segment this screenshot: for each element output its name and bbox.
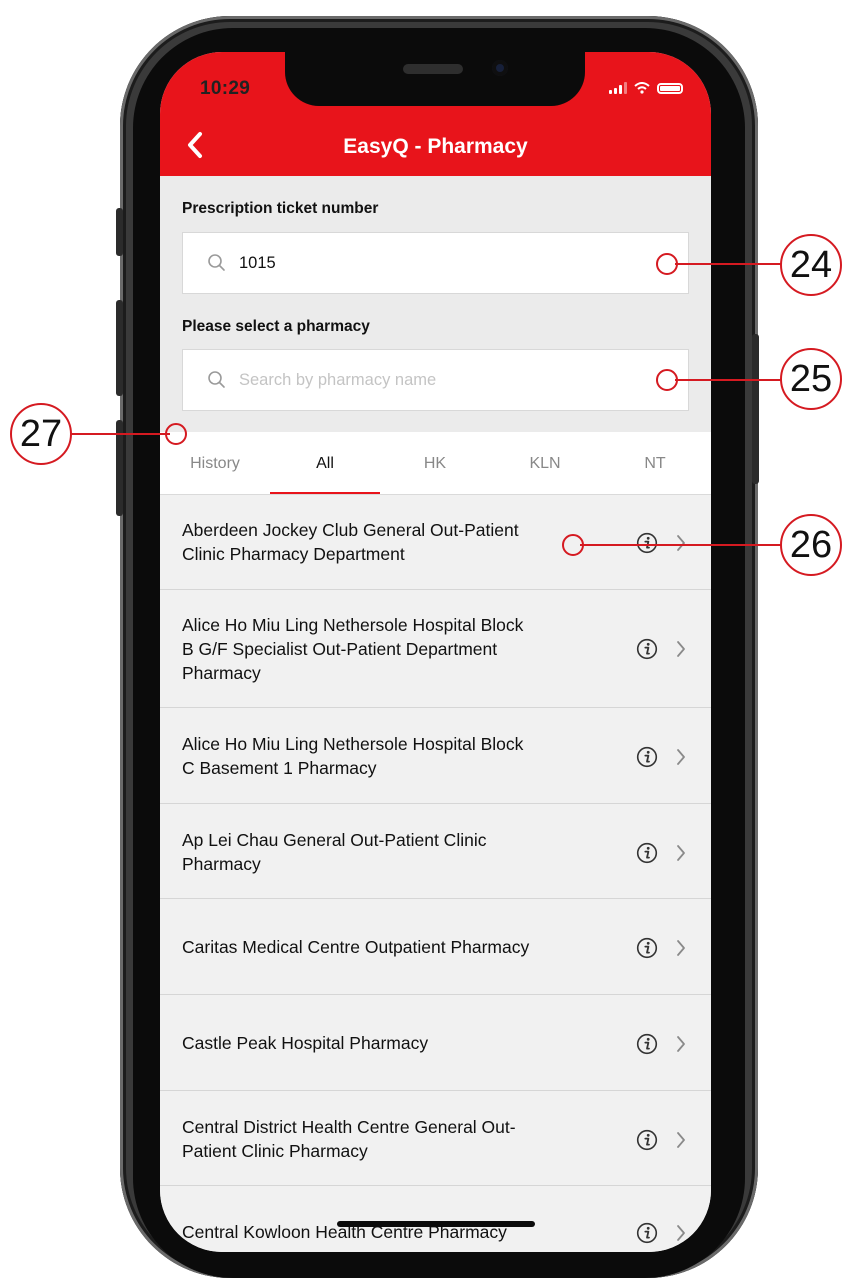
info-circle-icon[interactable] bbox=[636, 937, 658, 959]
info-circle-icon[interactable] bbox=[636, 532, 658, 554]
chevron-right-icon bbox=[677, 641, 685, 657]
tab-all[interactable]: All bbox=[270, 432, 380, 495]
pharmacy-name: Aberdeen Jockey Club General Out-Patient… bbox=[182, 520, 519, 564]
speaker-grille bbox=[403, 64, 463, 74]
info-circle-icon[interactable] bbox=[636, 842, 658, 864]
region-tabs: History All HK KLN NT bbox=[160, 432, 711, 495]
tab-nt[interactable]: NT bbox=[600, 432, 710, 495]
battery-icon bbox=[657, 82, 683, 94]
list-item[interactable]: Alice Ho Miu Ling Nethersole Hospital Bl… bbox=[160, 708, 711, 804]
callout-27-target bbox=[165, 423, 187, 445]
list-item[interactable]: Castle Peak Hospital Pharmacy bbox=[160, 995, 711, 1091]
chevron-right-icon bbox=[677, 535, 685, 551]
active-tab-indicator bbox=[270, 492, 380, 494]
status-time: 10:29 bbox=[200, 78, 251, 99]
wifi-icon bbox=[634, 82, 650, 94]
callout-27-leader bbox=[70, 433, 170, 435]
tab-hk[interactable]: HK bbox=[380, 432, 490, 495]
pharmacy-name: Caritas Medical Centre Outpatient Pharma… bbox=[182, 937, 530, 957]
callout-26-leader bbox=[580, 544, 783, 546]
front-camera bbox=[492, 60, 508, 76]
pharmacy-search-field[interactable] bbox=[182, 349, 689, 411]
chevron-right-icon bbox=[677, 749, 685, 765]
info-circle-icon[interactable] bbox=[636, 638, 658, 660]
pharmacy-name: Central District Health Centre General O… bbox=[182, 1117, 516, 1161]
volume-up-button bbox=[116, 300, 123, 396]
info-circle-icon[interactable] bbox=[636, 1222, 658, 1244]
pharmacy-name: Alice Ho Miu Ling Nethersole Hospital Bl… bbox=[182, 615, 524, 683]
callout-25-target bbox=[656, 369, 678, 391]
list-item[interactable]: Alice Ho Miu Ling Nethersole Hospital Bl… bbox=[160, 590, 711, 708]
chevron-right-icon bbox=[677, 1036, 685, 1052]
callout-25-leader bbox=[675, 379, 783, 381]
callout-26: 26 bbox=[780, 514, 842, 576]
chevron-right-icon bbox=[677, 1132, 685, 1148]
notch bbox=[285, 52, 585, 106]
phone-screen: 10:29 EasyQ - Pharmacy Prescription tick… bbox=[160, 52, 711, 1252]
pharmacy-label: Please select a pharmacy bbox=[182, 318, 370, 335]
list-item[interactable]: Ap Lei Chau General Out-Patient Clinic Ph… bbox=[160, 804, 711, 899]
magnifier-icon bbox=[208, 254, 225, 271]
list-item[interactable]: Central Kowloon Health Centre Pharmacy bbox=[160, 1186, 711, 1252]
power-button bbox=[752, 334, 759, 484]
pharmacy-name: Ap Lei Chau General Out-Patient Clinic Ph… bbox=[182, 830, 487, 874]
callout-26-target bbox=[562, 534, 584, 556]
pharmacy-search-input[interactable] bbox=[239, 370, 659, 390]
callout-27: 27 bbox=[10, 403, 72, 465]
signal-icon bbox=[609, 82, 627, 94]
ticket-field[interactable] bbox=[182, 232, 689, 294]
ticket-input[interactable] bbox=[239, 253, 659, 273]
page-title: EasyQ - Pharmacy bbox=[343, 135, 528, 158]
callout-24: 24 bbox=[780, 234, 842, 296]
ticket-label: Prescription ticket number bbox=[182, 200, 379, 217]
pharmacy-name: Alice Ho Miu Ling Nethersole Hospital Bl… bbox=[182, 734, 524, 778]
magnifier-icon bbox=[208, 371, 225, 388]
pharmacy-name: Castle Peak Hospital Pharmacy bbox=[182, 1033, 429, 1053]
app-header: 10:29 EasyQ - Pharmacy bbox=[160, 52, 711, 176]
callout-24-target bbox=[656, 253, 678, 275]
callout-24-leader bbox=[675, 263, 783, 265]
info-circle-icon[interactable] bbox=[636, 1033, 658, 1055]
chevron-right-icon bbox=[677, 940, 685, 956]
home-indicator[interactable] bbox=[337, 1221, 535, 1227]
info-circle-icon[interactable] bbox=[636, 746, 658, 768]
info-circle-icon[interactable] bbox=[636, 1129, 658, 1151]
chevron-right-icon bbox=[677, 1225, 685, 1241]
tab-kln[interactable]: KLN bbox=[490, 432, 600, 495]
list-item[interactable]: Aberdeen Jockey Club General Out-Patient… bbox=[160, 495, 711, 590]
status-icons bbox=[609, 82, 683, 94]
callout-25: 25 bbox=[780, 348, 842, 410]
list-item[interactable]: Caritas Medical Centre Outpatient Pharma… bbox=[160, 899, 711, 995]
silent-switch bbox=[116, 208, 123, 256]
list-item[interactable]: Central District Health Centre General O… bbox=[160, 1091, 711, 1186]
chevron-right-icon bbox=[677, 845, 685, 861]
